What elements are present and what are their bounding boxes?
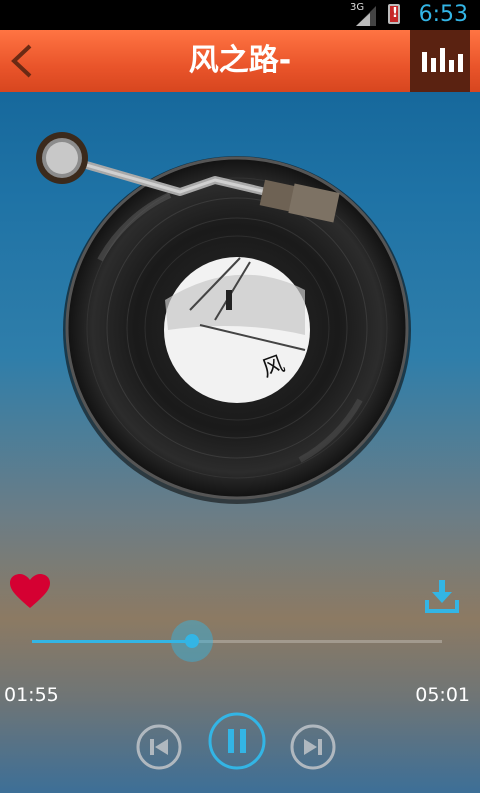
total-time: 05:01 bbox=[415, 684, 470, 706]
download-icon[interactable] bbox=[424, 578, 460, 614]
pause-icon[interactable] bbox=[207, 711, 267, 771]
turntable: 风 bbox=[36, 132, 411, 504]
skip-next-icon[interactable] bbox=[289, 723, 337, 771]
elapsed-time: 01:55 bbox=[4, 684, 59, 706]
seek-bar[interactable] bbox=[32, 620, 452, 664]
skip-previous-icon[interactable] bbox=[135, 723, 183, 771]
heart-icon[interactable] bbox=[10, 574, 50, 610]
seek-knob[interactable] bbox=[171, 620, 213, 662]
album-art: 风 bbox=[164, 257, 310, 403]
seek-fill bbox=[32, 640, 188, 643]
